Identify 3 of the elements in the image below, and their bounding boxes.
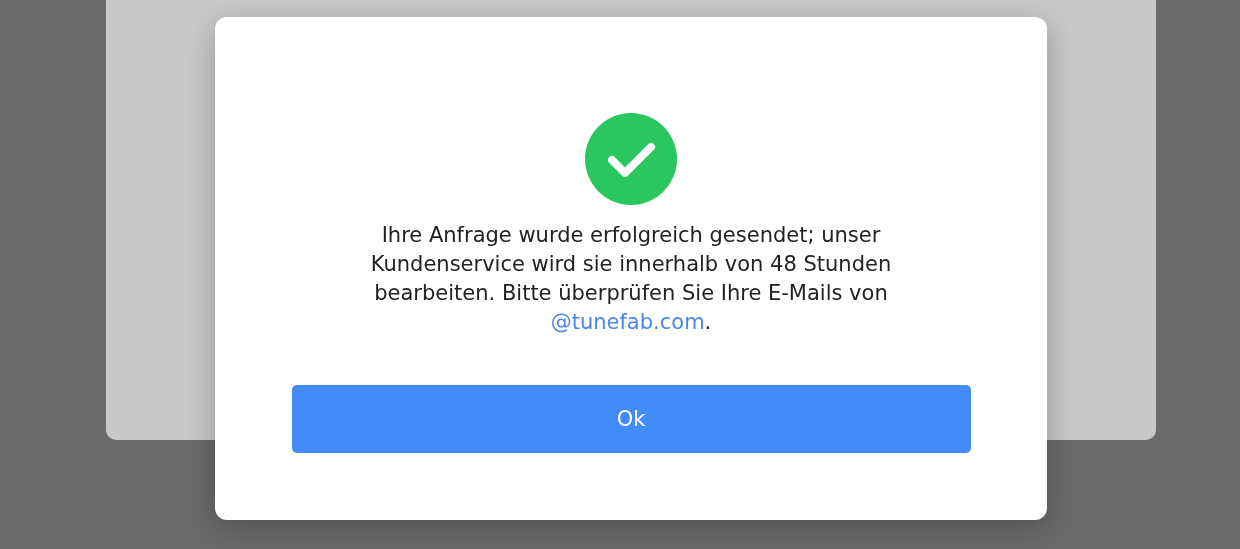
ok-button[interactable]: Ok: [291, 385, 971, 453]
email-domain-link[interactable]: @tunefab.com: [550, 310, 705, 334]
confirmation-message: Ihre Anfrage wurde erfolgreich gesendet; unser Kundenservice wird sie innerhalb von 48 Stunden bearbeiten. Bitte überprüfen Sie Ihre E-Mails von @tunefab.com.: [370, 222, 892, 336]
